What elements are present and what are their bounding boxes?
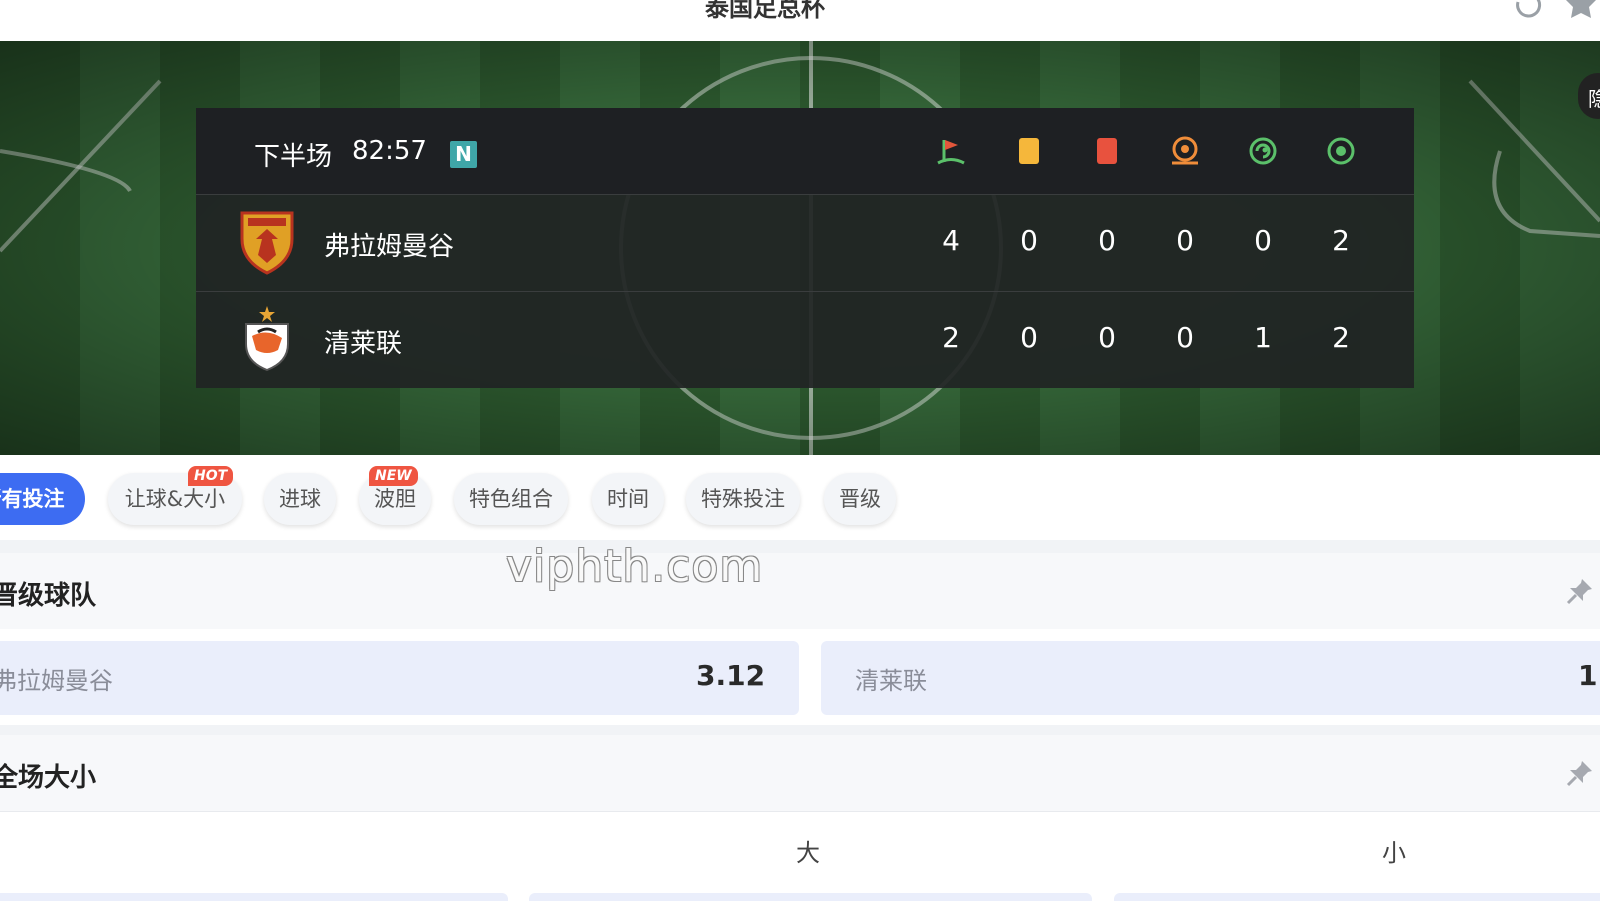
odds-option-home[interactable]: 弗拉姆曼谷 3.12: [0, 641, 799, 715]
away-team-logo: [245, 306, 289, 372]
odds-option-name: 弗拉姆曼谷: [0, 667, 113, 695]
goal-icon: [1327, 137, 1355, 165]
tab-all-bets[interactable]: 所有投注: [0, 473, 85, 525]
market-title: 晋级球队: [0, 581, 97, 611]
scoreboard-header: 下半场 82:57 N: [196, 108, 1414, 194]
match-period: 下半场: [254, 142, 333, 172]
away-own-goals: 1: [1254, 321, 1272, 354]
penalty-icon: [1172, 136, 1198, 165]
match-clock: 82:57: [352, 136, 427, 166]
home-penalties: 0: [1176, 224, 1194, 257]
home-team-name: 弗拉姆曼谷: [324, 232, 455, 262]
tab-special-bets[interactable]: 特殊投注: [686, 473, 800, 525]
home-goals: 2: [1332, 224, 1350, 257]
pin-icon[interactable]: [1566, 759, 1594, 787]
away-red-cards: 0: [1098, 321, 1116, 354]
tab-goals[interactable]: 进球: [264, 473, 336, 525]
home-yellow-cards: 0: [1020, 224, 1038, 257]
column-under: 小: [1382, 839, 1406, 867]
new-tag: NEW: [369, 466, 418, 486]
corner-flag-icon: [937, 140, 965, 165]
market-title: 全场大小: [0, 763, 97, 793]
divider: [0, 725, 1600, 735]
own-goal-icon: [1249, 137, 1277, 165]
column-over: 大: [796, 839, 820, 867]
odds-cell[interactable]: [529, 893, 1092, 901]
market-tabs: 所有投注 让球&大小 HOT 进球 波胆 NEW 特色组合 时间 特殊投注 晋级: [0, 455, 1600, 540]
favorite-star-icon[interactable]: [1562, 0, 1600, 22]
tab-handicap-ou[interactable]: 让球&大小 HOT: [108, 466, 242, 525]
tab-correct-score[interactable]: 波胆 NEW: [359, 466, 431, 525]
odds-value: 1.3: [1578, 659, 1600, 692]
home-own-goals: 0: [1254, 224, 1272, 257]
away-corners: 2: [942, 321, 960, 354]
yellow-card-icon: [1019, 138, 1039, 164]
top-bar: 泰国足总杯: [0, 0, 1600, 41]
refresh-icon[interactable]: [1512, 0, 1546, 20]
team-row-home: 弗拉姆曼谷 4 0 0 0 0 2: [196, 194, 1414, 291]
tab-qualify[interactable]: 晋级: [824, 473, 896, 525]
odds-value: 3.12: [696, 659, 766, 692]
away-goals: 2: [1332, 321, 1350, 354]
home-red-cards: 0: [1098, 224, 1116, 257]
home-team-logo: [240, 211, 294, 275]
hot-tag: HOT: [188, 466, 234, 486]
spacer: [0, 629, 1600, 641]
page-title: 泰国足总杯: [705, 0, 825, 22]
pin-icon[interactable]: [1566, 577, 1594, 605]
tab-special-combo[interactable]: 特色组合: [454, 473, 568, 525]
divider: [0, 540, 1600, 553]
tab-time[interactable]: 时间: [592, 473, 664, 525]
neutral-venue-badge: N: [450, 141, 477, 168]
market-header-total[interactable]: 全场大小: [0, 735, 1600, 811]
red-card-icon: [1097, 138, 1117, 164]
home-corners: 4: [942, 224, 960, 257]
odds-cell[interactable]: [0, 893, 508, 901]
market-header-qualify[interactable]: 晋级球队: [0, 553, 1600, 629]
scoreboard: 下半场 82:57 N 弗拉姆曼谷 4 0 0 0 0 2 清莱联 2 0 0 …: [196, 108, 1414, 388]
watermark: viphth.com: [506, 541, 764, 592]
odds-option-name: 清莱联: [855, 667, 927, 695]
divider: [0, 811, 1600, 812]
odds-option-away[interactable]: 清莱联 1.3: [821, 641, 1600, 715]
away-penalties: 0: [1176, 321, 1194, 354]
tab-label: 波胆: [374, 487, 416, 511]
team-row-away: 清莱联 2 0 0 0 1 2: [196, 291, 1414, 388]
away-yellow-cards: 0: [1020, 321, 1038, 354]
away-team-name: 清莱联: [324, 329, 403, 359]
tab-label: 让球&大小: [124, 487, 226, 511]
odds-cell[interactable]: [1114, 893, 1600, 901]
